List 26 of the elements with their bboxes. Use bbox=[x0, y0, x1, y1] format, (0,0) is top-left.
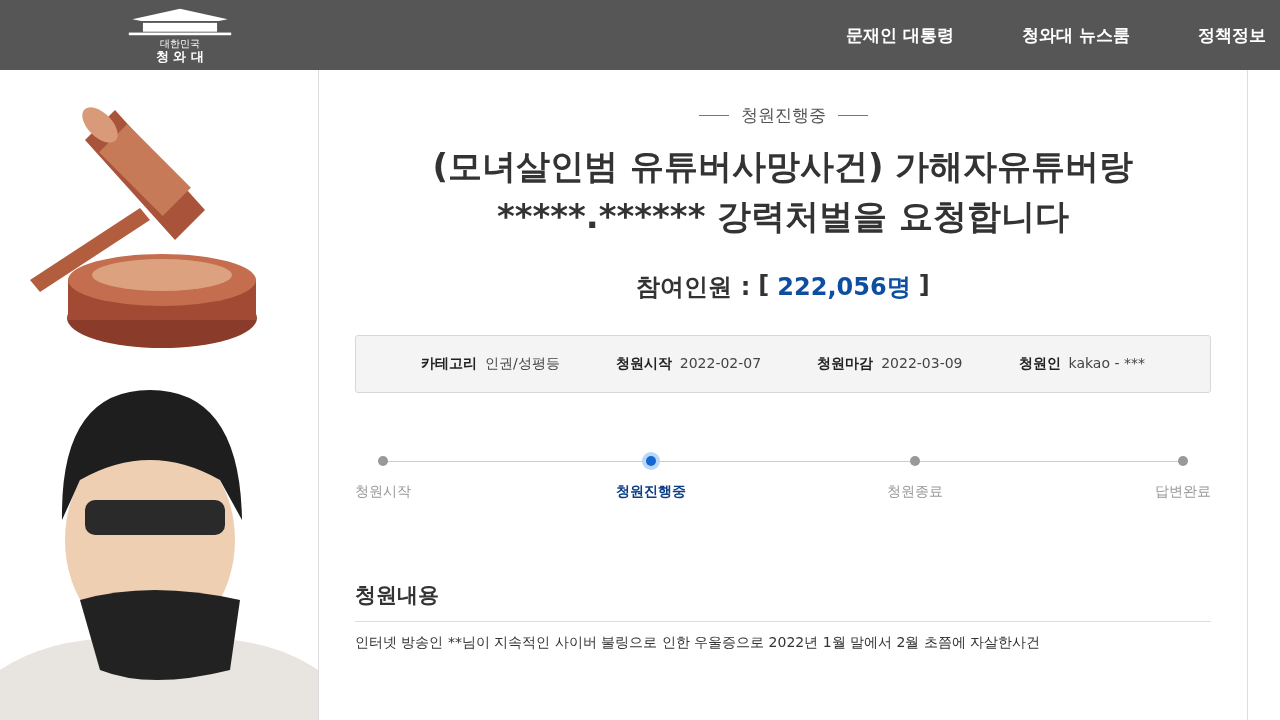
petition-title: *****.****** 강력처벌을 요청합니다 bbox=[495, 195, 1071, 238]
petition-text: 인터넷 방송인 **님이 지속적인 사이버 불링으로 인한 우울증으로 2022년 1월 말에서 2월 초쯤에 자살한사건 bbox=[355, 634, 1042, 652]
info-value: 2022-03-09 bbox=[881, 355, 963, 373]
bracket: ] bbox=[918, 271, 930, 301]
step-label: 청원진행중 bbox=[615, 483, 686, 501]
info-value: 2022-02-07 bbox=[679, 355, 762, 373]
step-label: 답변완료 bbox=[1154, 483, 1211, 501]
logo-name: 청 와 대 bbox=[155, 48, 205, 64]
info-label: 청원마감 bbox=[817, 355, 874, 373]
bracket: [ bbox=[758, 271, 770, 301]
info-label: 청원시작 bbox=[615, 355, 672, 373]
participants-count: 222,056명 bbox=[777, 272, 911, 303]
status-label: 청원진행중 bbox=[740, 104, 826, 127]
step-label: 청원시작 bbox=[355, 483, 411, 501]
nav-link[interactable]: 정책정보 bbox=[1198, 23, 1266, 47]
info-value: 인권/성평등 bbox=[485, 355, 560, 373]
info-label: 청원인 bbox=[1018, 355, 1061, 373]
step-label: 청원종료 bbox=[887, 483, 944, 501]
logo-subtitle: 대한민국 bbox=[160, 37, 200, 49]
petition-title: (모녀살인범 유튜버사망사건) 가해자유튜버랑 bbox=[431, 145, 1135, 188]
participants-label: 참여인원 : bbox=[636, 272, 751, 303]
section-heading: 청원내용 bbox=[355, 581, 1211, 622]
info-label: 카테고리 bbox=[421, 355, 478, 373]
nav-link[interactable]: 문재인 대통령 bbox=[846, 23, 955, 47]
info-value: kakao - *** bbox=[1068, 355, 1145, 373]
nav-link[interactable]: 청와대 뉴스룸 bbox=[1022, 23, 1130, 47]
